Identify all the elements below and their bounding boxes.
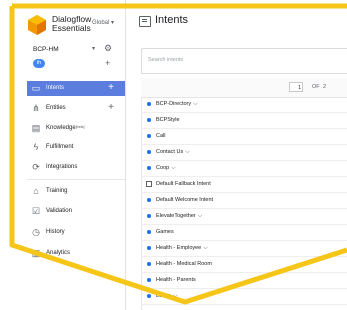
integrations-icon: ⟳ — [32, 162, 40, 172]
nav-label: Intents — [46, 85, 65, 91]
agent-name[interactable]: BCP-HM — [33, 46, 59, 53]
search-placeholder: Search intents — [148, 57, 184, 63]
intent-dot-icon — [147, 150, 151, 154]
intent-row[interactable]: Call — [141, 129, 347, 145]
entities-icon: ⋔ — [32, 103, 40, 113]
nav-label-text: Knowledge — [46, 125, 76, 131]
intents-icon — [139, 16, 151, 27]
brand: Dialogflow Essentials Global ▾ — [0, 0, 125, 40]
intent-row[interactable]: Games — [141, 225, 347, 241]
page-number-input[interactable]: 1 — [289, 82, 303, 92]
intent-name: Health - Medical Room — [156, 261, 212, 267]
chat-icon: ▭ — [31, 83, 41, 93]
brand-line2: Essentials — [52, 23, 91, 33]
intent-row[interactable]: Leave ⌵ — [141, 289, 347, 305]
intent-name: BCP-Directory — [156, 101, 192, 107]
chevron-down-icon[interactable]: ⌵ — [173, 293, 178, 299]
intent-name: Default Welcome Intent — [156, 197, 214, 203]
intent-dot-icon — [147, 198, 151, 202]
intent-dot-icon — [147, 166, 151, 170]
nav-integrations[interactable]: ⟳ Integrations — [27, 160, 125, 175]
nav-analytics[interactable]: ▥ Analytics — [27, 246, 125, 261]
intent-row[interactable]: ElevateTogether ⌵ — [141, 209, 347, 225]
nav-intents[interactable]: ▭ Intents + — [27, 81, 125, 96]
add-intent-icon[interactable]: + — [108, 82, 114, 93]
nav-label: Analytics — [46, 250, 71, 256]
nav-label: Integrations — [46, 164, 78, 170]
intent-row[interactable]: Default Welcome Intent — [141, 193, 347, 209]
nav-entities[interactable]: ⋔ Entities + — [27, 101, 125, 116]
chevron-down-icon[interactable]: ⌵ — [171, 165, 176, 171]
dialogflow-logo-icon — [28, 15, 46, 35]
intent-row[interactable]: Health - Employee ⌵ — [141, 241, 347, 257]
intent-row[interactable]: Contact Us ⌵ — [141, 145, 347, 161]
intent-row[interactable]: Default Fallback Intent — [141, 177, 347, 193]
page-of-label: OF — [312, 84, 320, 90]
chevron-down-icon[interactable]: ⌵ — [193, 101, 198, 107]
chevron-down-icon[interactable]: ⌵ — [198, 213, 203, 219]
intent-name: Games — [156, 229, 174, 235]
nav-label: Knowledge[beta] — [46, 125, 84, 131]
intent-dot-icon — [147, 102, 151, 106]
chevron-down-icon[interactable]: ⌵ — [185, 149, 190, 155]
page-title: Intents — [155, 14, 189, 26]
intent-row[interactable]: Health - Parents — [141, 273, 347, 289]
page-total: 2 — [323, 84, 327, 90]
add-entity-icon[interactable]: + — [108, 102, 114, 113]
intent-dot-icon — [147, 118, 151, 122]
nav-label: Entities — [46, 105, 66, 111]
intent-dot-icon — [147, 230, 151, 234]
brand-name: Dialogflow Essentials — [52, 15, 91, 33]
validation-icon: ☑ — [31, 206, 41, 216]
nav-label: Fulfillment — [46, 144, 74, 150]
nav-label: History — [46, 229, 65, 235]
analytics-icon: ▥ — [31, 248, 41, 258]
intent-dot-icon — [147, 262, 151, 266]
intent-name: Contact Us — [156, 149, 184, 155]
dialogflow-console: Dialogflow Essentials Global ▾ BCP-HM ▾ … — [0, 0, 347, 310]
nav-history[interactable]: ◷ History — [27, 225, 125, 240]
chevron-down-icon[interactable]: ⌵ — [203, 245, 208, 251]
fallback-intent-icon — [146, 181, 152, 187]
intent-name: Default Fallback Intent — [156, 181, 211, 187]
sidebar: Dialogflow Essentials Global ▾ BCP-HM ▾ … — [0, 0, 126, 310]
intent-dot-icon — [147, 134, 151, 138]
intent-row[interactable]: Health - Medical Room — [141, 257, 347, 273]
intent-dot-icon — [147, 278, 151, 282]
intent-row[interactable]: BCP-Directory ⌵ — [141, 97, 347, 113]
nav-knowledge[interactable]: ▤ Knowledge[beta] — [27, 121, 125, 136]
intent-name: ElevateTogether — [156, 213, 196, 219]
history-icon: ◷ — [32, 227, 40, 237]
nav-training[interactable]: ⌂ Training — [27, 184, 125, 199]
knowledge-icon: ▤ — [31, 123, 41, 133]
intent-name: BCPStyle — [156, 117, 180, 123]
intent-row[interactable]: Coop ⌵ — [141, 161, 347, 177]
nav-fulfillment[interactable]: ϟ Fulfillment — [27, 140, 125, 155]
nav-label: Validation — [46, 208, 72, 214]
intent-name: Health - Parents — [156, 277, 196, 283]
gear-icon[interactable]: ⚙ — [104, 43, 112, 54]
language-pill[interactable]: th — [33, 59, 45, 68]
intent-dot-icon — [147, 214, 151, 218]
intent-dot-icon — [147, 246, 151, 250]
beta-badge: [beta] — [75, 125, 85, 129]
intent-name: Coop — [156, 165, 170, 171]
agent-dropdown-icon[interactable]: ▾ — [92, 45, 95, 52]
nav-label: Training — [46, 188, 68, 194]
nav-validation[interactable]: ☑ Validation — [27, 204, 125, 219]
intent-name: Health - Employee — [156, 245, 202, 251]
nav-divider — [27, 179, 125, 180]
intent-dot-icon — [147, 294, 151, 298]
intent-name: Leave — [156, 293, 171, 299]
add-language-icon[interactable]: + — [105, 58, 110, 68]
global-region-dropdown[interactable]: Global ▾ — [92, 19, 114, 26]
intent-name: Call — [156, 133, 166, 139]
training-icon: ⌂ — [33, 186, 39, 196]
lightning-icon: ϟ — [33, 142, 39, 152]
intent-row[interactable]: BCPStyle — [141, 113, 347, 129]
